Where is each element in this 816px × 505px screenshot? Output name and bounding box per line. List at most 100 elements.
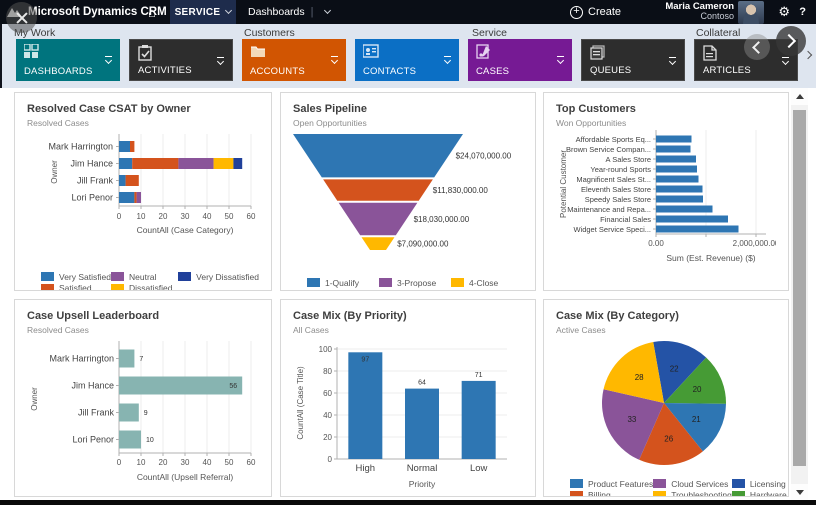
panel-subtitle: Won Opportunities — [556, 118, 627, 128]
svg-text:22: 22 — [670, 365, 679, 374]
svg-text:0: 0 — [328, 455, 333, 464]
legend-column: 4-Close — [451, 276, 523, 290]
panel-case-mix-category: Case Mix (By Category) Active Cases 22 20… — [543, 299, 789, 497]
create-label: Create — [588, 6, 622, 18]
csat-stacked-bar-chart[interactable]: Mark Harrington Jim Hance Jill Frank Lori P… — [27, 130, 259, 269]
svg-text:40: 40 — [323, 411, 332, 420]
legend-item: Billing — [570, 490, 653, 496]
svg-text:100: 100 — [319, 345, 333, 354]
legend-item-label: 1-Qualify — [325, 277, 360, 288]
svg-text:71: 71 — [475, 372, 483, 379]
legend-item-label: 2-Develop — [325, 289, 364, 290]
svg-text:Mark Harrington: Mark Harrington — [48, 142, 113, 152]
help-icon: ? — [799, 6, 806, 18]
legend-swatch — [731, 490, 745, 496]
legend-swatch — [178, 272, 192, 281]
user-menu[interactable]: Maria Cameron Contoso — [665, 0, 734, 24]
svg-text:Lori Penor: Lori Penor — [72, 434, 114, 444]
nav-page-dashboards[interactable]: Dashboards | — [248, 0, 332, 24]
svg-text:$18,030,000.00: $18,030,000.00 — [414, 215, 470, 224]
legend-item: Product Features — [570, 479, 653, 489]
svg-text:Jim Hance: Jim Hance — [71, 380, 114, 390]
svg-text:Jill Frank: Jill Frank — [77, 176, 114, 186]
create-plus-icon: + — [570, 5, 583, 19]
scrollbar-thumb[interactable] — [793, 110, 806, 466]
panel-top-customers: Top Customers Won Opportunities Affordab… — [543, 92, 789, 291]
svg-text:20: 20 — [693, 385, 702, 394]
carousel-next-button[interactable] — [776, 26, 806, 56]
legend-swatch — [307, 289, 320, 290]
tile-expand-chevron-icon[interactable] — [104, 56, 113, 64]
top-navigation-bar: Microsoft Dynamics CRM ⌂ SERVICE Dashboa… — [0, 0, 816, 24]
sales-pipeline-funnel-chart[interactable]: $24,070,000.00 $11,830,000.00 $18,030,000.… — [293, 130, 523, 275]
tile-expand-chevron-icon[interactable] — [668, 57, 677, 65]
legend-item-label: Cloud Services — [671, 478, 729, 489]
svg-text:21: 21 — [692, 415, 701, 424]
home-button[interactable]: ⌂ — [148, 0, 156, 24]
tile-expand-chevron-icon[interactable] — [216, 57, 225, 65]
svg-text:Financial Sales: Financial Sales — [600, 215, 651, 224]
separator: | — [310, 6, 314, 18]
overlay-close-button[interactable] — [6, 2, 37, 33]
ribbon-group-collateral: Collateral — [696, 27, 741, 39]
vertical-scrollbar[interactable] — [791, 88, 808, 501]
chevron-down-icon — [225, 6, 233, 15]
svg-text:A Sales Store: A Sales Store — [606, 155, 651, 164]
tile-activities[interactable]: ACTIVITIES — [129, 39, 233, 81]
legend-swatch — [110, 283, 124, 290]
tile-cases[interactable]: CASES — [468, 39, 572, 81]
tile-expand-chevron-icon[interactable] — [556, 56, 565, 64]
legend-item-label: Neutral — [128, 271, 157, 282]
dashboard-grid-icon — [23, 43, 40, 60]
svg-text:20: 20 — [159, 212, 168, 221]
create-button[interactable]: + Create — [570, 0, 621, 24]
case-mix-priority-column-chart[interactable]: 0 20 40 60 80 100 97 High 64 Normal 71 Low Priority C… — [293, 337, 523, 496]
legend-item: Very Dissatisfied — [178, 272, 259, 282]
legend-column: 3-Propose — [379, 276, 451, 290]
svg-text:80: 80 — [323, 367, 332, 376]
tile-expand-chevron-icon[interactable] — [443, 56, 452, 64]
legend-item: 3-Propose — [379, 278, 451, 288]
tile-expand-chevron-icon[interactable] — [330, 56, 339, 64]
case-upsell-bar-chart[interactable]: Mark Harrington 7 Jim Hance 56 Jill Frank 9 Lo… — [27, 337, 259, 494]
legend-swatch — [41, 272, 54, 281]
legend-item: Licensing — [731, 479, 787, 489]
svg-text:40: 40 — [203, 458, 212, 467]
tile-queues[interactable]: QUEUES — [581, 39, 685, 81]
tile-expand-chevron-icon[interactable] — [781, 57, 790, 65]
scroll-up-arrow-icon[interactable] — [791, 88, 808, 105]
nav-area-label: SERVICE — [174, 6, 221, 18]
tile-dashboards[interactable]: DASHBOARDS — [16, 39, 120, 81]
top-customers-bar-chart[interactable]: Affordable Sports Eq... Brown Service Com… — [556, 130, 780, 275]
gear-icon: ⚙ — [778, 4, 790, 19]
chart-legend: Product Features Billing Cloud Services Tro… — [556, 477, 787, 496]
panel-title: Case Upsell Leaderboard — [27, 310, 160, 322]
tile-accounts[interactable]: ACCOUNTS — [242, 39, 346, 81]
panel-subtitle: Resolved Cases — [27, 325, 89, 335]
avatar[interactable] — [738, 1, 764, 24]
svg-text:10: 10 — [137, 458, 146, 467]
legend-swatch — [379, 278, 392, 287]
case-mix-category-pie-chart[interactable]: 22 20 21 26 33 28 — [556, 337, 776, 476]
scroll-down-arrow-icon[interactable] — [791, 484, 808, 501]
svg-text:Owner: Owner — [30, 387, 39, 411]
ribbon-scroll-right-icon[interactable] — [803, 50, 813, 60]
settings-button[interactable]: ⚙ — [778, 0, 790, 24]
legend-column: 1-Qualify2-Develop — [307, 276, 379, 290]
svg-text:Sum (Est. Revenue) ($): Sum (Est. Revenue) ($) — [666, 253, 755, 263]
help-button[interactable]: ? — [799, 0, 806, 24]
chart-legend: 1-Qualify2-Develop 3-Propose 4-Close — [293, 276, 523, 290]
legend-swatch — [570, 479, 583, 488]
legend-item-label: Very Satisfied — [59, 271, 111, 282]
legend-column: Product Features Billing — [570, 477, 653, 496]
svg-text:60: 60 — [247, 212, 256, 221]
legend-swatch — [41, 283, 54, 290]
svg-text:CountAll (Case Category): CountAll (Case Category) — [137, 225, 234, 235]
nav-area-service[interactable]: SERVICE — [170, 0, 236, 24]
legend-item-label: Dissatisfied — [128, 283, 173, 291]
tile-contacts[interactable]: CONTACTS — [355, 39, 459, 81]
carousel-prev-button[interactable] — [744, 34, 770, 60]
svg-text:60: 60 — [323, 389, 332, 398]
folder-icon — [250, 44, 266, 60]
dashboard-content: Resolved Case CSAT by Owner Resolved Cas… — [0, 88, 816, 501]
